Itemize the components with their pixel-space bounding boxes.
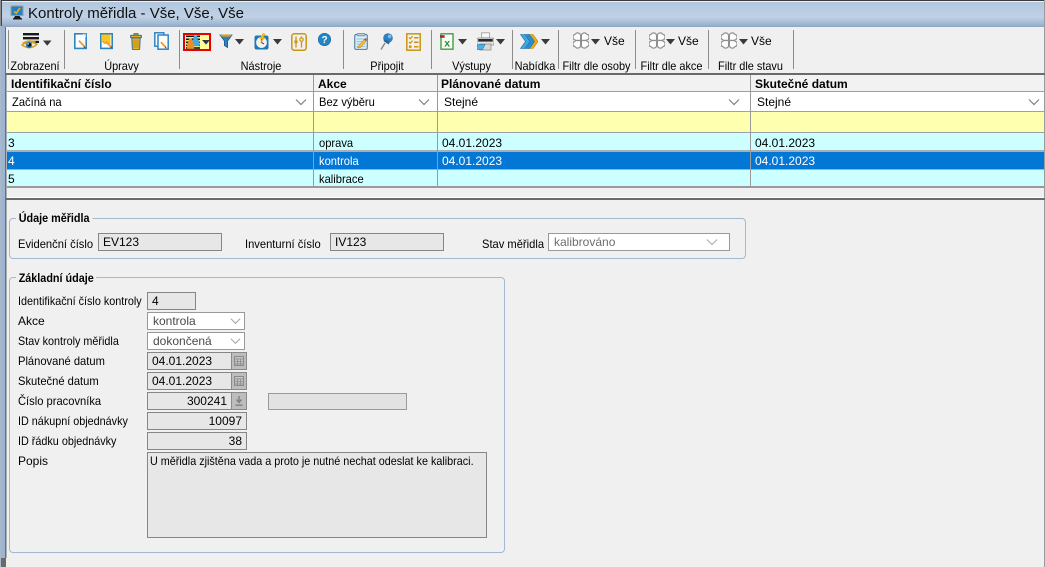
svg-text:x: x	[444, 38, 450, 50]
svg-text:?: ?	[321, 35, 327, 46]
